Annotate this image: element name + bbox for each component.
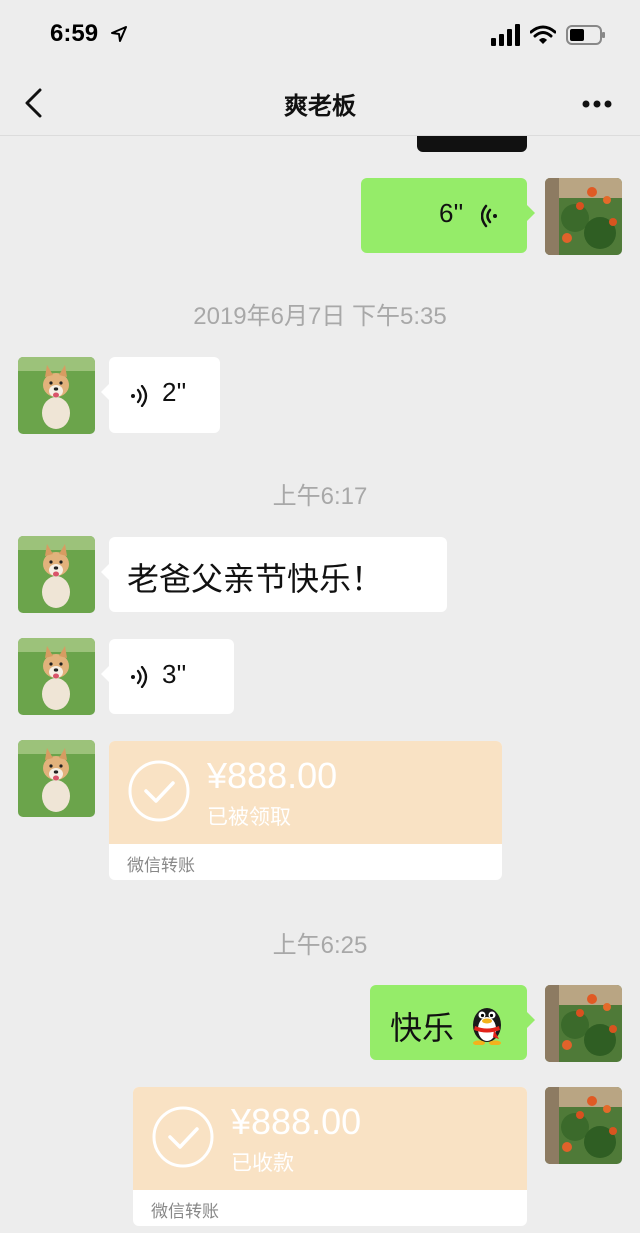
transfer-card-sent[interactable]: ¥888.00 已收款 微信转账: [133, 1087, 527, 1226]
timestamp: 2019年6月7日 下午5:35: [193, 303, 447, 330]
battery-icon: [566, 25, 605, 45]
voice-duration: 2'': [162, 377, 187, 407]
transfer-card-top: ¥888.00 已收款: [133, 1087, 527, 1190]
voice-wave-icon: [481, 204, 497, 228]
transfer-status: 已被领取: [207, 805, 291, 829]
voice-message-received[interactable]: 2'': [101, 357, 220, 433]
transfer-amount: ¥888.00: [207, 755, 338, 796]
location-arrow-icon: [111, 26, 127, 42]
self-avatar[interactable]: [545, 1087, 622, 1164]
voice-duration: 3'': [162, 659, 187, 689]
qq-penguin-emoji: [473, 1008, 501, 1045]
status-time: 6:59: [50, 20, 99, 47]
self-avatar[interactable]: [545, 178, 622, 255]
timestamp: 上午6:17: [272, 483, 368, 510]
transfer-amount: ¥888.00: [231, 1101, 362, 1142]
check-circle-icon: [152, 1106, 214, 1168]
status-bar: 6:59: [0, 0, 640, 70]
voice-message-received[interactable]: 3'': [101, 639, 234, 714]
redaction-bar: [417, 136, 527, 152]
transfer-label: 微信转账: [151, 1202, 219, 1222]
chat-header: 爽老板: [0, 70, 640, 136]
contact-avatar[interactable]: [18, 740, 95, 817]
transfer-label: 微信转账: [127, 856, 195, 876]
transfer-card-top: ¥888.00 已被领取: [109, 741, 502, 844]
self-avatar[interactable]: [545, 985, 622, 1062]
voice-duration: 6'': [439, 198, 464, 228]
transfer-status: 已收款: [231, 1151, 294, 1175]
timestamp: 上午6:25: [272, 932, 368, 959]
signal-icon: [491, 24, 520, 46]
chat-title: 爽老板: [284, 92, 356, 120]
voice-wave-icon: [131, 385, 148, 407]
text-message-received[interactable]: 老爸父亲节快乐！: [101, 537, 447, 612]
wifi-icon: [530, 25, 556, 44]
text-message-sent[interactable]: 快乐: [370, 985, 535, 1060]
voice-wave-icon: [131, 666, 148, 688]
message-text: 老爸父亲节快乐！: [127, 560, 384, 598]
transfer-card-received[interactable]: ¥888.00 已被领取 微信转账: [109, 741, 502, 880]
message-text: 快乐: [390, 1009, 455, 1047]
more-icon[interactable]: [582, 100, 612, 108]
contact-avatar[interactable]: [18, 536, 95, 613]
contact-avatar[interactable]: [18, 357, 95, 434]
voice-message-sent[interactable]: 6'': [361, 178, 535, 253]
check-circle-icon: [128, 760, 190, 822]
contact-avatar[interactable]: [18, 638, 95, 715]
